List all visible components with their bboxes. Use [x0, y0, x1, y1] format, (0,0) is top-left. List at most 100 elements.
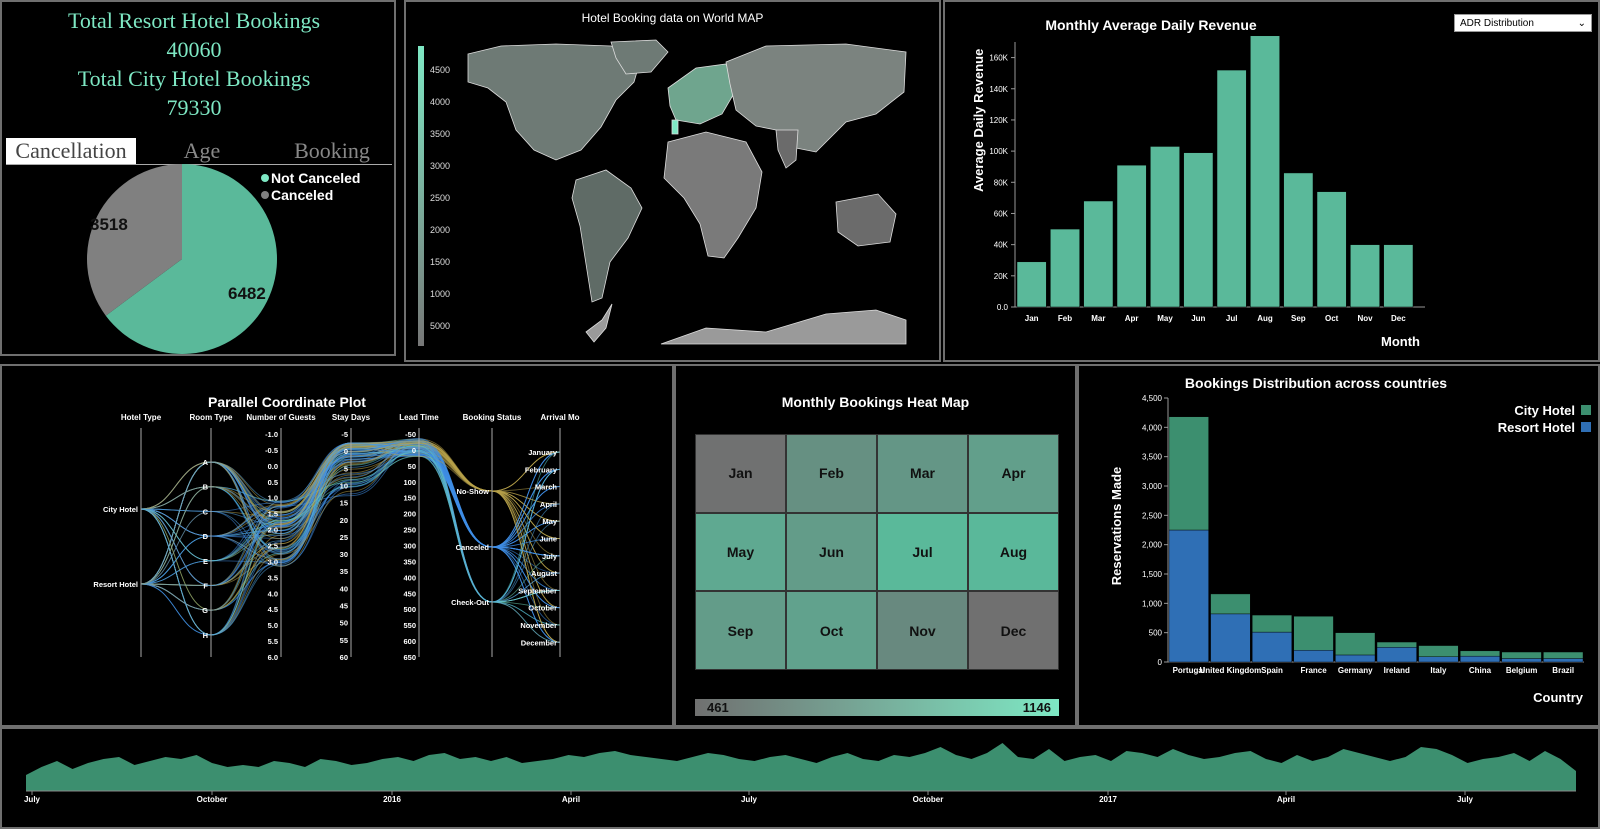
heatmap-cell-jan[interactable]: Jan	[695, 434, 786, 513]
world-map-panel: Hotel Booking data on World MAP 4500 400…	[404, 0, 941, 362]
country-bar-resort-hotel[interactable]	[1501, 658, 1542, 663]
parallel-tick-lead-time: 450	[403, 589, 416, 598]
map-scale-tick: 2000	[430, 225, 450, 235]
adr-bar[interactable]	[1016, 261, 1047, 308]
adr-bar[interactable]	[1050, 228, 1080, 308]
adr-bar[interactable]	[1316, 191, 1347, 308]
adr-bar[interactable]	[1116, 164, 1147, 308]
heatmap-cell-nov[interactable]: Nov	[877, 591, 968, 670]
adr-x-axis-label: Month	[1381, 334, 1420, 349]
map-europe[interactable]	[667, 63, 737, 125]
country-bar-resort-hotel[interactable]	[1210, 613, 1251, 663]
country-bar-city-hotel[interactable]	[1376, 641, 1417, 648]
parallel-tick-room-type: E	[203, 557, 208, 566]
country-bar-resort-hotel[interactable]	[1293, 650, 1334, 663]
parallel-axis-title: Hotel Type	[121, 413, 162, 422]
country-y-axis-label: Reservations Made	[1109, 467, 1124, 586]
map-africa[interactable]	[663, 131, 763, 259]
heatmap-cell-feb[interactable]: Feb	[786, 434, 877, 513]
parallel-tick-guests: 2.0	[268, 526, 278, 535]
map-portugal[interactable]	[671, 119, 679, 135]
parallel-tick-room-type: H	[203, 631, 208, 640]
country-x-tick-label: France	[1300, 666, 1327, 675]
adr-bar[interactable]	[1283, 172, 1314, 308]
heatmap-max-label: 1146	[1022, 700, 1051, 715]
timeline-tick-label: April	[562, 795, 580, 804]
heatmap-cell-mar[interactable]: Mar	[877, 434, 968, 513]
heatmap-cell-aug[interactable]: Aug	[968, 512, 1059, 592]
parallel-tick-lead-time: 200	[403, 510, 416, 519]
parallel-tick-arrival-month: October	[528, 604, 557, 613]
parallel-tick-room-type: C	[203, 507, 209, 516]
parallel-tick-arrival-month: August	[531, 569, 557, 578]
country-bar-city-hotel[interactable]	[1418, 645, 1459, 657]
parallel-tick-stay-days: -5	[341, 430, 348, 439]
tab-cancellation[interactable]: Cancellation	[6, 138, 136, 164]
country-bar-city-hotel[interactable]	[1543, 651, 1584, 659]
country-bar-resort-hotel[interactable]	[1251, 631, 1292, 663]
country-bar-resort-hotel[interactable]	[1418, 656, 1459, 663]
adr-bar[interactable]	[1150, 146, 1180, 308]
heatmap-cell-oct[interactable]: Oct	[786, 591, 877, 670]
country-bar-city-hotel[interactable]	[1210, 593, 1251, 615]
parallel-tick-arrival-month: June	[539, 535, 557, 544]
heatmap-cell-jun[interactable]: Jun	[786, 512, 877, 592]
country-bar-city-hotel[interactable]	[1168, 416, 1209, 531]
map-south-america[interactable]	[571, 169, 643, 303]
heatmap-cell-apr[interactable]: Apr	[968, 434, 1059, 513]
country-x-tick-label: Spain	[1261, 666, 1283, 675]
parallel-tick-arrival-month: December	[521, 638, 557, 647]
tab-booking[interactable]: Booking	[272, 138, 392, 164]
parallel-axis-title: Number of Guests	[246, 413, 316, 422]
adr-bar[interactable]	[1216, 69, 1247, 308]
country-bar-city-hotel[interactable]	[1251, 614, 1292, 633]
timeline-area-chart[interactable]: July October 2016 April July October 2017 April…	[2, 729, 1598, 827]
country-bar-city-hotel[interactable]	[1293, 616, 1334, 651]
parallel-tick-stay-days: 55	[340, 636, 348, 645]
country-x-tick-label: Italy	[1430, 666, 1447, 675]
map-north-america[interactable]	[467, 43, 642, 161]
adr-bar[interactable]	[1083, 200, 1114, 308]
adr-bar-chart: Monthly Average Daily Revenue 0.0 20K 40K 6…	[971, 17, 1425, 349]
map-south-georgia[interactable]	[585, 303, 613, 343]
heatmap-color-legend: 461 1146	[695, 699, 1059, 716]
country-x-tick-label: Ireland	[1384, 666, 1410, 675]
parallel-tick-lead-time: 400	[403, 573, 416, 582]
parallel-tick-lead-time: 50	[408, 462, 416, 471]
country-bar-resort-hotel[interactable]	[1460, 655, 1501, 663]
country-stacked-bar-chart: Bookings Distribution across countries 0…	[1109, 375, 1591, 705]
parallel-coordinate-plot[interactable]: Hotel Type Room Type Number of Guests Stay …	[2, 366, 672, 725]
heatmap-cell-jul[interactable]: Jul	[877, 512, 968, 592]
legend-label-canceled: Canceled	[271, 187, 333, 203]
country-bar-resort-hotel[interactable]	[1376, 647, 1417, 663]
parallel-tick-guests: 4.0	[268, 589, 278, 598]
world-map[interactable]: 4500 4000 3500 3000 2500 2000 1500 1000 …	[406, 2, 939, 360]
timeline-tick-label: July	[1457, 795, 1474, 804]
map-india[interactable]	[775, 129, 799, 169]
tab-age[interactable]: Age	[152, 138, 252, 164]
parallel-tick-room-type: F	[203, 582, 208, 591]
parallel-panel: Parallel Coordinate Plot Hotel Type Room …	[0, 364, 674, 727]
parallel-tick-stay-days: 10	[340, 481, 348, 490]
country-bar-resort-hotel[interactable]	[1168, 529, 1209, 663]
map-australia[interactable]	[835, 193, 897, 247]
country-bar-city-hotel[interactable]	[1335, 632, 1376, 656]
country-bar-city-hotel[interactable]	[1460, 650, 1501, 657]
adr-bar[interactable]	[1250, 35, 1280, 308]
map-asia[interactable]	[725, 43, 907, 153]
country-bar-resort-hotel[interactable]	[1543, 658, 1584, 663]
heatmap-cell-sep[interactable]: Sep	[695, 591, 786, 670]
adr-x-tick-label: Oct	[1325, 314, 1339, 323]
country-x-tick-label: Brazil	[1552, 666, 1574, 675]
adr-bar[interactable]	[1383, 244, 1414, 308]
country-bar-resort-hotel[interactable]	[1335, 654, 1376, 663]
adr-dropdown[interactable]: ADR Distribution ⌄	[1454, 14, 1592, 32]
heatmap-cell-may[interactable]: May	[695, 512, 786, 592]
adr-x-tick-label: Sep	[1291, 314, 1306, 323]
map-antarctica[interactable]	[660, 309, 907, 345]
country-bar-city-hotel[interactable]	[1501, 651, 1542, 659]
adr-bar[interactable]	[1183, 152, 1214, 308]
adr-bar[interactable]	[1350, 244, 1380, 308]
legend-swatch-not-canceled	[261, 174, 269, 182]
heatmap-cell-dec[interactable]: Dec	[968, 591, 1059, 670]
